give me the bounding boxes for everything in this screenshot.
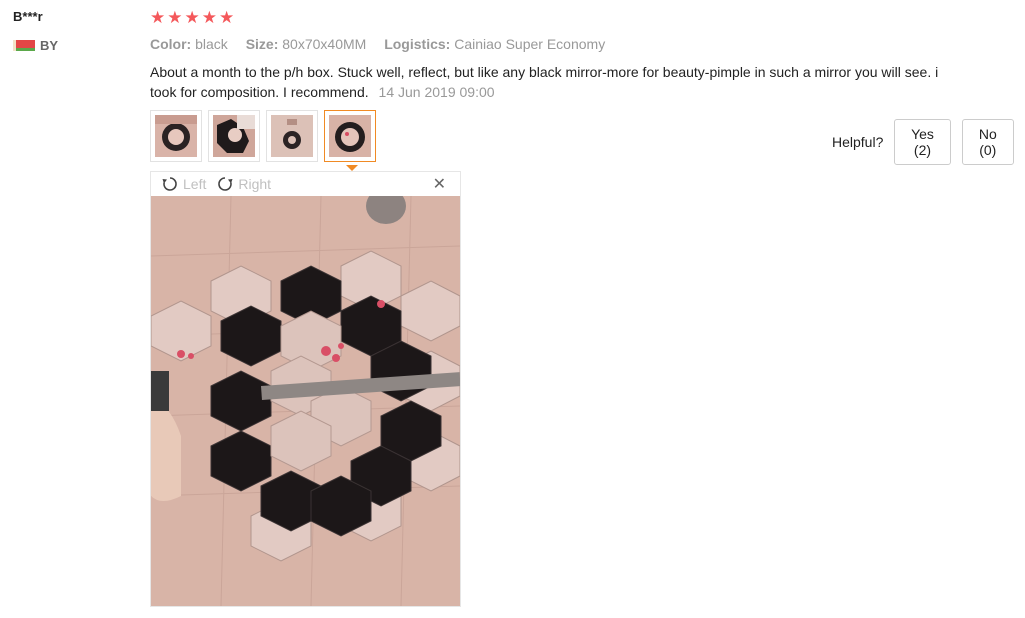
helpful-no-button[interactable]: No (0)	[961, 119, 1014, 165]
rotate-left-icon	[162, 177, 177, 191]
review-photo-large	[151, 196, 460, 606]
product-attributes: Color: black Size: 80x70x40MM Logistics:…	[150, 36, 619, 52]
close-icon[interactable]: ✕	[433, 174, 446, 193]
review-photo-thumbnail-active[interactable]	[324, 110, 376, 162]
attribute-value: black	[195, 36, 228, 52]
rotate-right-button[interactable]: Right	[216, 175, 271, 193]
reviewer-name: B***r	[13, 9, 43, 24]
review-photo-thumbnail[interactable]	[266, 110, 318, 162]
attribute-logistics: Logistics: Cainiao Super Economy	[384, 36, 605, 52]
star-icon: ★	[219, 8, 235, 28]
photo-thumbnail-image	[213, 115, 255, 157]
belarus-flag-icon	[13, 40, 35, 51]
photo-viewer-toolbar: Left Right ✕	[151, 172, 460, 196]
rotate-right-icon	[218, 177, 233, 191]
review-body: About a month to the p/h box. Stuck well…	[150, 62, 950, 102]
star-rating: ★ ★ ★ ★ ★	[150, 8, 234, 28]
review-thumbnails	[150, 110, 376, 162]
star-icon: ★	[150, 8, 166, 28]
star-icon: ★	[167, 8, 183, 28]
review-photo-thumbnail[interactable]	[150, 110, 202, 162]
attribute-value: 80x70x40MM	[282, 36, 367, 52]
attribute-label: Logistics:	[384, 36, 451, 52]
photo-thumbnail-image	[271, 115, 313, 157]
helpful-label: Helpful?	[832, 134, 884, 150]
star-icon: ★	[184, 8, 200, 28]
rotate-left-button[interactable]: Left	[161, 175, 206, 193]
photo-thumbnail-image	[155, 115, 197, 157]
rotate-left-label: Left	[183, 176, 207, 192]
country-code: BY	[40, 38, 59, 53]
attribute-label: Color:	[150, 36, 192, 52]
reviewer-country: BY	[13, 38, 58, 53]
rotate-right-label: Right	[238, 176, 272, 192]
photo-thumbnail-image	[329, 115, 371, 157]
attribute-size: Size: 80x70x40MM	[246, 36, 367, 52]
helpful-yes-button[interactable]: Yes (2)	[894, 119, 951, 165]
attribute-value: Cainiao Super Economy	[454, 36, 606, 52]
review-date: 14 Jun 2019 09:00	[378, 84, 495, 100]
helpful-votes: Helpful? Yes (2) No (0)	[832, 119, 1025, 165]
review-text: About a month to the p/h box. Stuck well…	[150, 64, 939, 100]
photo-viewer: Left Right ✕	[150, 171, 461, 607]
star-icon: ★	[201, 8, 217, 28]
attribute-label: Size:	[245, 36, 279, 52]
attribute-color: Color: black	[150, 36, 228, 52]
review-photo-thumbnail[interactable]	[208, 110, 260, 162]
